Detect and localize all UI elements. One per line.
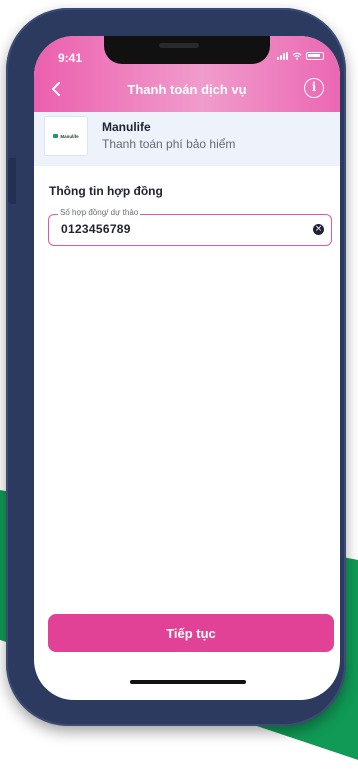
status-time: 9:41 bbox=[58, 51, 83, 65]
provider-name: Manulife bbox=[102, 120, 151, 134]
page-title: Thanh toán dịch vụ bbox=[127, 82, 247, 97]
clear-icon[interactable]: × bbox=[313, 224, 324, 235]
provider-description: Thanh toán phí bảo hiểm bbox=[102, 137, 236, 151]
contract-number-input[interactable] bbox=[61, 222, 301, 236]
phone-frame: 9:41 Thanh toán dịch vụ i Manulife Manul… bbox=[6, 8, 346, 726]
provider-card: Manulife Manulife Thanh toán phí bảo hiể… bbox=[34, 112, 340, 166]
phone-screen: 9:41 Thanh toán dịch vụ i Manulife Manul… bbox=[34, 36, 340, 700]
phone-notch bbox=[104, 36, 270, 64]
battery-icon bbox=[306, 52, 324, 60]
status-icons bbox=[277, 52, 324, 60]
wifi-icon bbox=[292, 52, 302, 60]
continue-button[interactable]: Tiếp tục bbox=[48, 614, 334, 652]
section-title: Thông tin hợp đồng bbox=[49, 184, 163, 198]
manulife-logo-mark bbox=[53, 134, 59, 138]
phone-side-button bbox=[8, 158, 16, 204]
provider-logo: Manulife bbox=[44, 116, 88, 156]
contract-number-label: Số hợp đồng/ dự thảo bbox=[58, 208, 141, 217]
home-indicator bbox=[130, 680, 246, 684]
contract-number-field[interactable]: Số hợp đồng/ dự thảo × bbox=[48, 208, 332, 246]
provider-logo-text: Manulife bbox=[60, 133, 79, 139]
back-chevron-icon[interactable] bbox=[48, 80, 66, 98]
info-icon[interactable]: i bbox=[304, 78, 324, 98]
signal-icon bbox=[277, 52, 288, 60]
app-header: 9:41 Thanh toán dịch vụ i bbox=[34, 36, 340, 112]
